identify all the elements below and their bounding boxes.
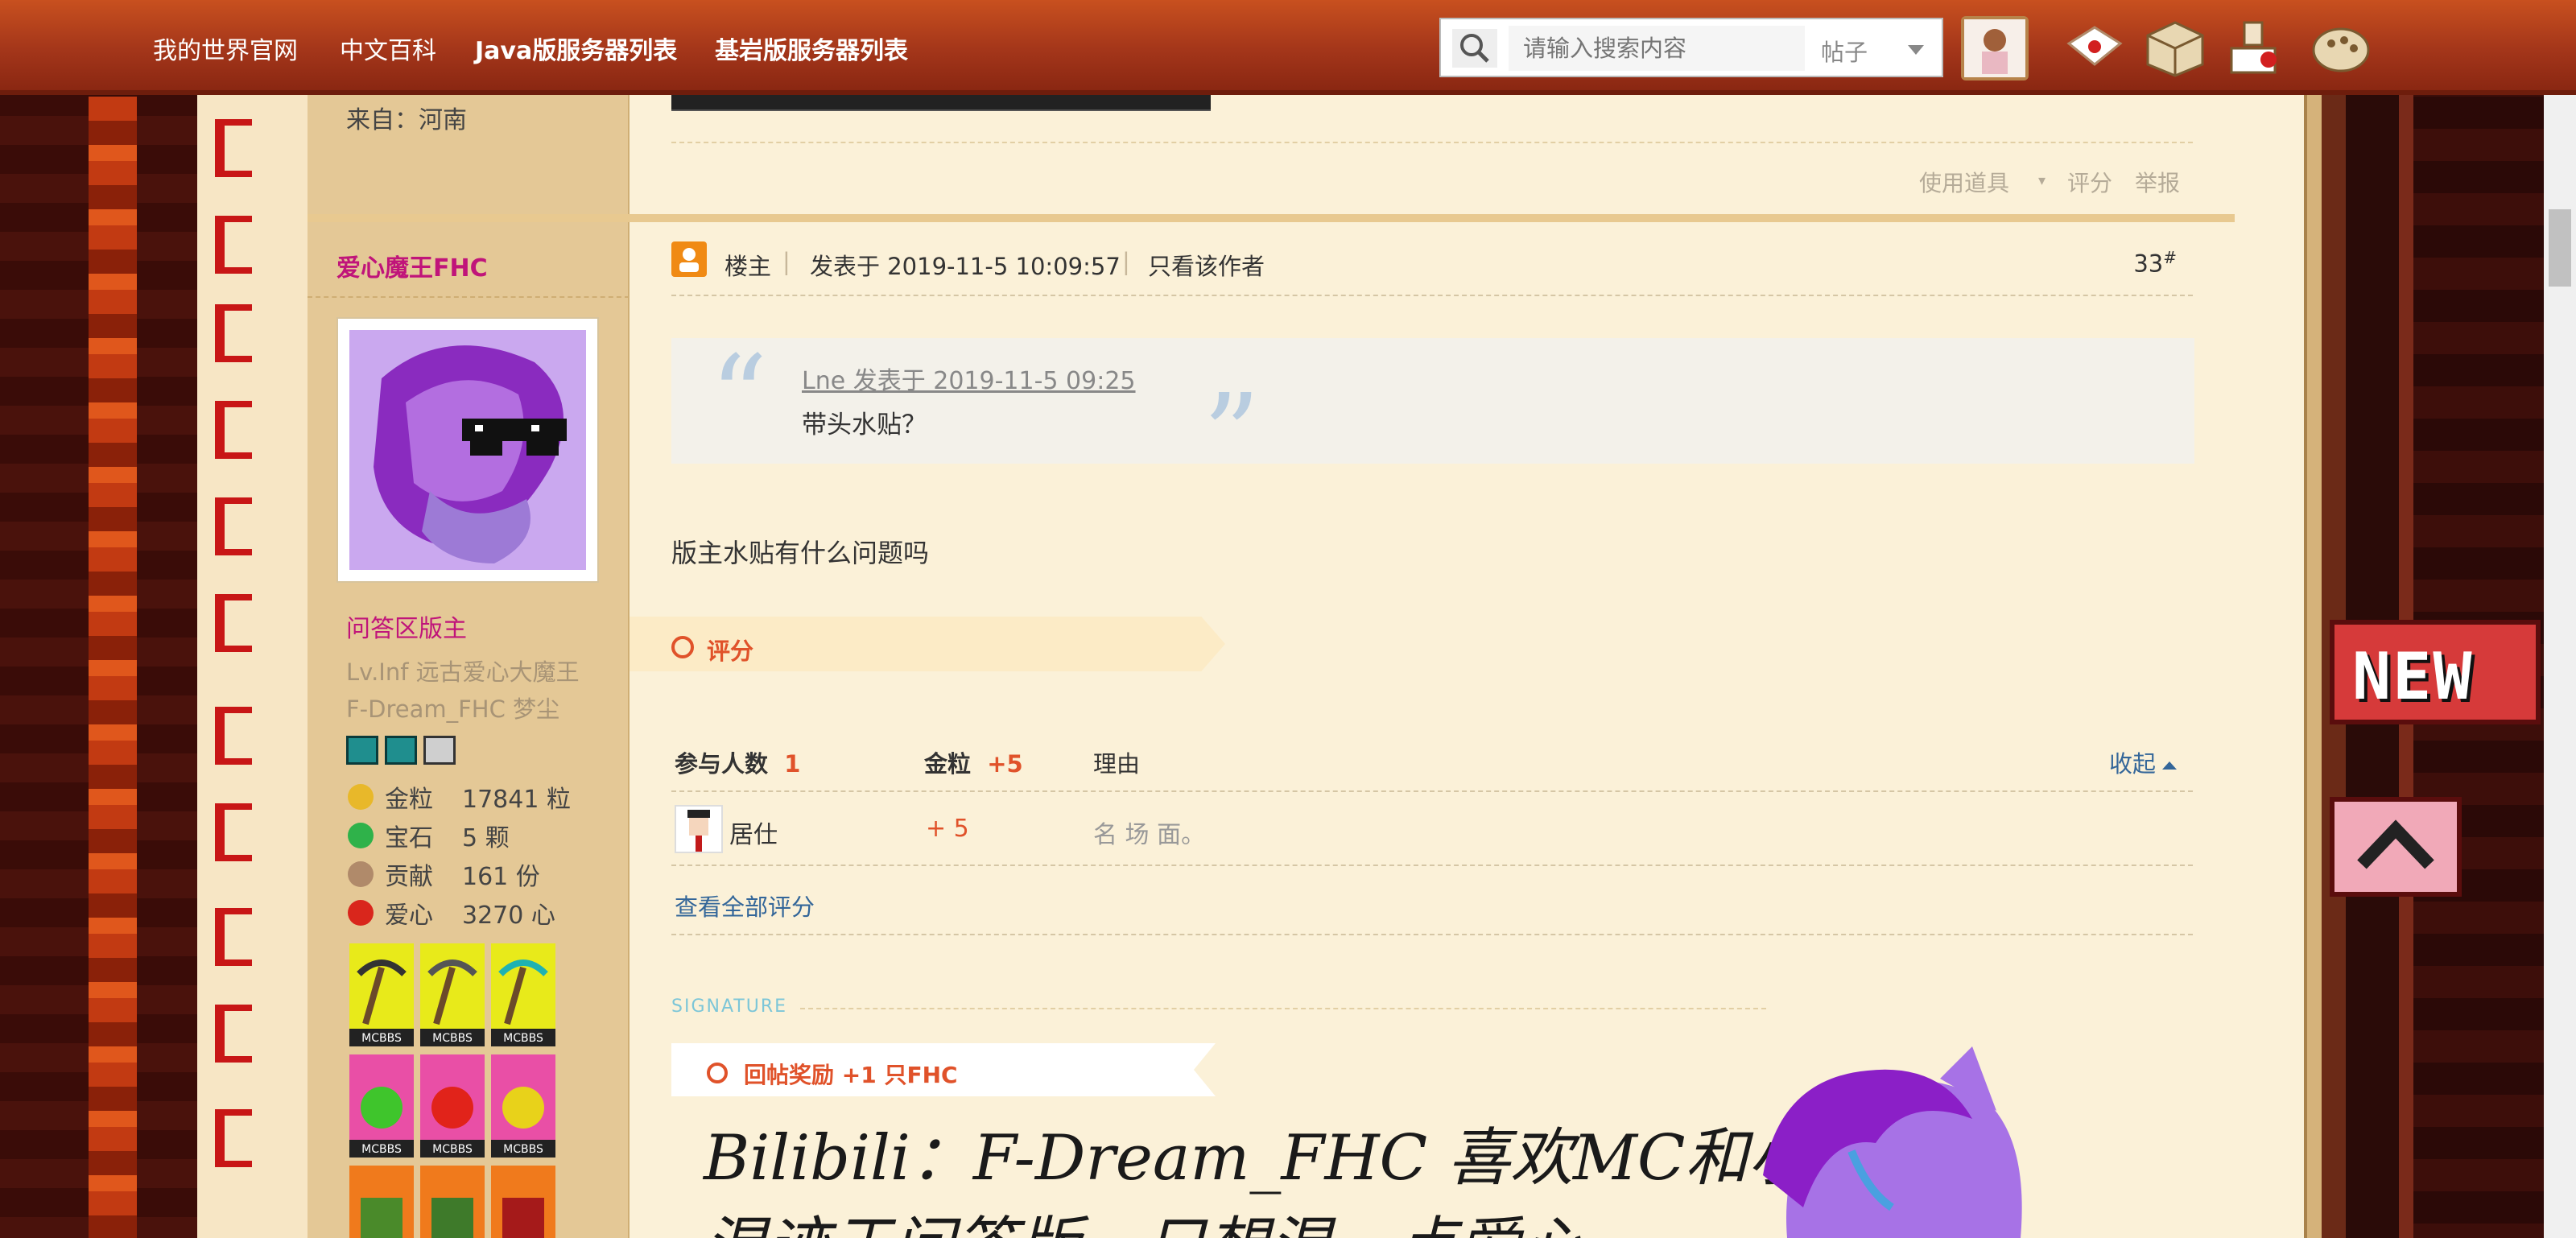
use-item-link[interactable]: 使用道具	[1919, 166, 2009, 198]
rate-link[interactable]: 评分	[2067, 166, 2112, 198]
stat-row: 爱心 3270 心	[348, 893, 571, 932]
signature-label: SIGNATURE	[671, 997, 788, 1017]
author-avatar[interactable]	[336, 317, 599, 583]
circle-icon	[671, 636, 694, 658]
post-separator	[308, 214, 2235, 222]
apple-medal-icon[interactable]: MCBBS	[420, 1054, 485, 1158]
thread-owner-icon	[671, 241, 707, 277]
messages-icon[interactable]	[2062, 19, 2127, 77]
chevron-down-icon	[1908, 45, 1924, 55]
medal-icon[interactable]	[491, 1166, 555, 1238]
new-posts-button[interactable]: NEW	[2330, 620, 2541, 724]
author-stats: 金粒 17841 粒 宝石 5 颗 贡献 161 份 爱心 3270 心	[348, 778, 571, 932]
stat-row: 金粒 17841 粒	[348, 778, 571, 816]
signature-line-1: Bilibili：F-Dream_FHC 喜欢MC和小马	[704, 1122, 1874, 1195]
post-header: 楼主 | 发表于 2019-11-5 10:09:57 | 只看该作者 33#	[671, 241, 2193, 290]
crafting-table-icon[interactable]	[2143, 19, 2207, 77]
golden-apple-medal-icon[interactable]: MCBBS	[491, 1054, 555, 1158]
search-input[interactable]	[1509, 26, 1805, 71]
scrollbar-thumb[interactable]	[2549, 209, 2571, 287]
stat-row: 宝石 5 颗	[348, 816, 571, 855]
contribution-icon	[348, 861, 374, 887]
nav-java-servers[interactable]: Java版服务器列表	[475, 31, 677, 66]
stat-row: 贡献 161 份	[348, 855, 571, 893]
floor-number[interactable]: 33#	[2133, 248, 2177, 278]
rater-reason: 名 场 面。	[1093, 821, 1206, 849]
diamond-helmet-icon	[385, 736, 417, 765]
notifications-icon[interactable]	[2223, 19, 2288, 77]
pickaxe-medal-icon[interactable]: MCBBS	[349, 943, 414, 1046]
top-nav-bar: 我的世界官网 中文百科 Java版服务器列表 基岩版服务器列表 帖子	[0, 0, 2576, 95]
author-only-link[interactable]: 只看该作者	[1148, 248, 1265, 282]
palette-icon[interactable]	[2309, 19, 2373, 77]
diamond-helmet-icon	[346, 736, 378, 765]
quote-text: 带头水贴？	[802, 411, 927, 439]
search-icon[interactable]	[1452, 29, 1497, 68]
medal-icon[interactable]	[349, 1166, 414, 1238]
rater-gold: + 5	[926, 815, 969, 843]
author-role[interactable]: 问答区版主	[346, 609, 467, 644]
nav-wiki[interactable]: 中文百科	[340, 31, 436, 66]
open-quote-icon: “	[710, 332, 768, 463]
collapse-rating-button[interactable]: 收起	[2109, 745, 2178, 779]
quote-block: “ Lne 发表于 2019-11-5 09:25 带头水贴？ ”	[671, 332, 2194, 501]
medal-icon[interactable]	[420, 1166, 485, 1238]
quote-source-link[interactable]: Lne 发表于 2019-11-5 09:25	[802, 361, 1136, 396]
view-all-ratings-link[interactable]: 查看全部评分	[675, 889, 815, 922]
author-name[interactable]: 爱心魔王FHC	[336, 248, 488, 283]
author-level: Lv.Inf 远古爱心大魔王 F-Dream_FHC 梦尘	[346, 658, 580, 723]
apple-medal-icon[interactable]: MCBBS	[349, 1054, 414, 1158]
gold-header: 金粒 +5	[924, 750, 1023, 778]
pony-avatar-icon	[349, 330, 586, 570]
chevron-up-icon	[2357, 819, 2434, 869]
diamond-pickaxe-medal-icon[interactable]: MCBBS	[491, 943, 555, 1046]
post-body: 版主水贴有什么问题吗	[671, 538, 930, 568]
iron-helmet-icon	[423, 736, 456, 765]
post-timestamp: 发表于 2019-11-5 10:09:57	[810, 253, 1121, 280]
svg-text:MCBBS: MCBBS	[361, 1032, 402, 1045]
svg-text:MCBBS: MCBBS	[432, 1143, 473, 1156]
pickaxe-medal-icon[interactable]: MCBBS	[420, 943, 485, 1046]
report-link[interactable]: 举报	[2135, 166, 2180, 198]
close-quote-icon: ”	[1203, 370, 1261, 501]
nav-minecraft-official[interactable]: 我的世界官网	[153, 31, 298, 66]
lava-column	[89, 97, 137, 1238]
circle-icon	[707, 1063, 728, 1083]
svg-text:MCBBS: MCBBS	[432, 1032, 473, 1045]
prev-author-location: 来自：河南	[346, 106, 467, 134]
search-scope-select[interactable]: 帖子	[1811, 26, 1940, 71]
reply-reward-text: 回帖奖励 +1 只FHC	[744, 1062, 958, 1088]
svg-text:MCBBS: MCBBS	[503, 1143, 543, 1156]
heart-icon	[348, 900, 374, 926]
chevron-down-icon[interactable]: ▾	[2038, 172, 2046, 189]
chevron-up-icon	[2162, 761, 2178, 770]
participants-header: 参与人数 1	[675, 750, 801, 778]
rater-avatar[interactable]	[675, 805, 723, 853]
signature-line-2: 混迹于问答版，只想混一点爱心	[704, 1196, 1583, 1238]
reason-header: 理由	[1093, 750, 1141, 778]
emerald-icon	[348, 823, 374, 848]
user-avatar[interactable]	[1961, 16, 2029, 80]
left-background	[0, 0, 197, 1238]
rating-title: 评分	[707, 638, 754, 665]
prev-post-image	[671, 95, 1211, 111]
search-box: 帖子	[1439, 18, 1943, 77]
pony-signature-image	[1731, 1046, 2053, 1238]
page-scrollbar[interactable]	[2544, 95, 2576, 1238]
back-to-top-button[interactable]	[2330, 797, 2462, 897]
svg-text:MCBBS: MCBBS	[503, 1032, 543, 1045]
thread-owner-label: 楼主	[724, 253, 772, 280]
gold-nugget-icon	[348, 784, 374, 810]
nav-bedrock-servers[interactable]: 基岩版服务器列表	[715, 31, 908, 66]
rater-name[interactable]: 居仕	[729, 815, 778, 850]
svg-text:MCBBS: MCBBS	[361, 1143, 402, 1156]
panel-left-decoration	[197, 95, 310, 1238]
rank-icons	[346, 736, 462, 768]
